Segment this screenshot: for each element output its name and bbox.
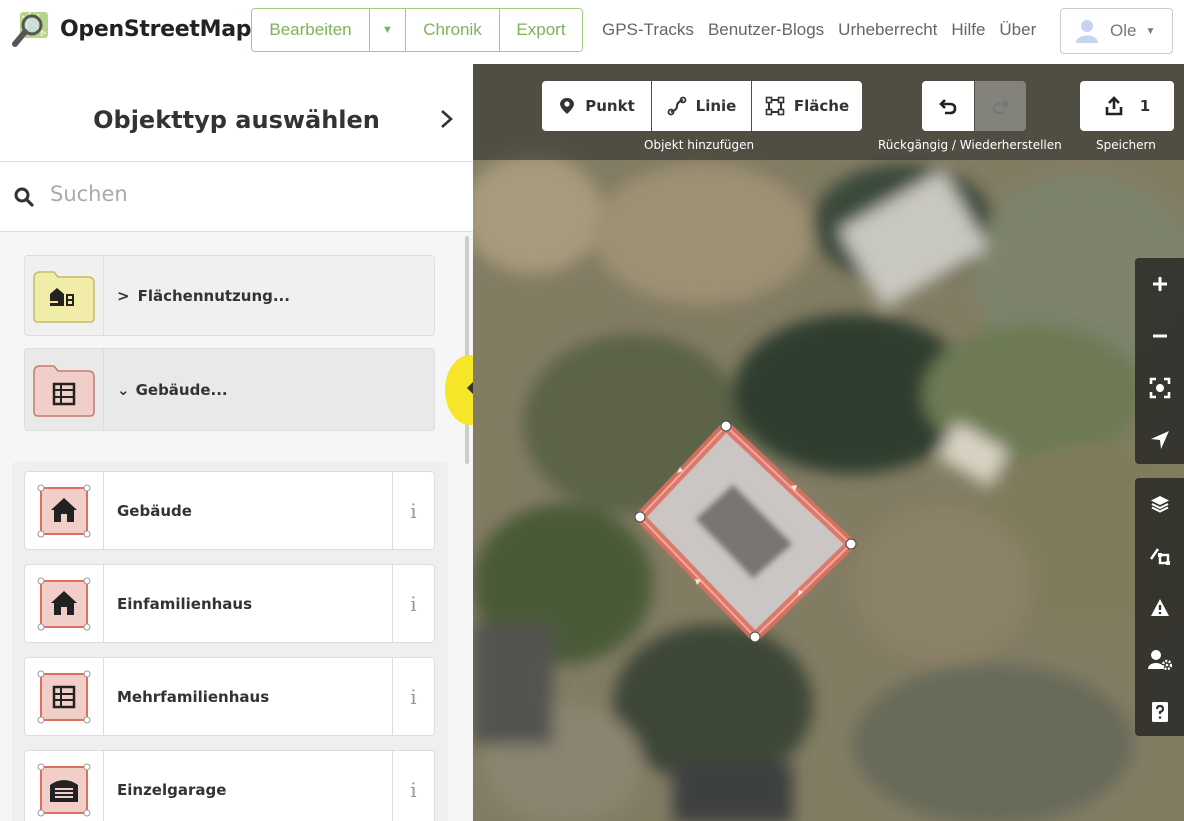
preset-label: Gebäude: [117, 501, 192, 520]
user-name: Ole: [1110, 21, 1137, 40]
caret-down-icon: ▼: [382, 24, 393, 36]
history-button[interactable]: Chronik: [406, 9, 500, 51]
zoom-to-selection-button[interactable]: [1135, 362, 1184, 414]
upload-icon: [1105, 96, 1123, 116]
zoom-in-button[interactable]: [1135, 258, 1184, 310]
search-icon: [14, 187, 34, 207]
chevron-right-icon[interactable]: [439, 108, 455, 137]
building-folder-icon: [25, 349, 104, 430]
nav-link-copyright[interactable]: Urheberrecht: [838, 20, 937, 40]
category-buildings[interactable]: ⌄ Gebäude...: [24, 348, 435, 431]
info-button[interactable]: i: [392, 751, 434, 821]
zoom-out-button[interactable]: [1135, 310, 1184, 362]
preset-search-bar: [0, 162, 473, 232]
chevron-down-icon: ⌄: [117, 380, 130, 399]
nav-link-about[interactable]: Über: [999, 20, 1036, 40]
redo-icon: [992, 99, 1010, 115]
save-count: 1: [1139, 97, 1151, 115]
zoom-in-icon: [1152, 277, 1167, 291]
preset-sidebar: Objekttyp auswählen >Flächennutzung...: [0, 64, 473, 821]
sidebar-title: Objekttyp auswählen: [93, 106, 380, 134]
zoom-out-icon: [1152, 334, 1167, 338]
geolocate-button[interactable]: [1135, 414, 1184, 466]
help-icon: [1151, 702, 1168, 722]
zoom-to-selection-icon: [1149, 377, 1170, 399]
preferences-button[interactable]: [1135, 634, 1184, 686]
save-caption: Speichern: [1096, 138, 1156, 152]
sidebar-scrollbar[interactable]: [465, 236, 469, 464]
edit-dropdown-button[interactable]: ▼: [370, 9, 406, 51]
map-pin-icon: [560, 98, 575, 114]
info-button[interactable]: i: [392, 472, 434, 549]
top-navigation-bar: OpenStreetMap Bearbeiten ▼ Chronik Expor…: [0, 0, 1184, 64]
map-canvas[interactable]: Punkt Linie Fläche Objekt hinzufügen Rüc…: [473, 64, 1184, 821]
category-label: ⌄ Gebäude...: [117, 380, 228, 399]
apartment-icon: [25, 658, 104, 735]
secondary-nav: GPS-Tracks Benutzer-Blogs Urheberrecht H…: [602, 20, 1036, 40]
house-icon: [25, 565, 104, 642]
landuse-folder-icon: [25, 256, 104, 335]
user-avatar-icon: [1076, 20, 1098, 43]
edit-button-group: Bearbeiten ▼ Chronik Export: [251, 8, 583, 52]
undo-button[interactable]: [922, 81, 974, 131]
map-panel-controls: [1135, 478, 1184, 736]
layers-icon: [1150, 496, 1169, 513]
category-landuse[interactable]: > Flächennutzung...: [24, 255, 435, 336]
category-label: > Flächennutzung...: [117, 286, 290, 305]
sidebar-header: Objekttyp auswählen: [0, 64, 473, 162]
undo-icon: [939, 99, 957, 115]
chevron-right-icon: >: [117, 286, 130, 305]
osm-logo-icon: [12, 11, 48, 47]
map-data-icon: [1149, 548, 1170, 565]
preset-item-building[interactable]: Gebäude i: [24, 471, 435, 550]
area-icon: [765, 96, 785, 116]
preset-label: Einzelgarage: [117, 780, 227, 799]
geolocate-icon: [1150, 431, 1169, 449]
export-button[interactable]: Export: [500, 9, 582, 51]
nav-link-user-diaries[interactable]: Benutzer-Blogs: [708, 20, 824, 40]
help-button[interactable]: [1135, 686, 1184, 738]
nav-link-help[interactable]: Hilfe: [951, 20, 985, 40]
add-line-button[interactable]: Linie: [652, 81, 751, 131]
user-menu-button[interactable]: Ole ▼: [1060, 8, 1173, 54]
caret-down-icon: ▼: [1145, 25, 1156, 37]
add-area-button[interactable]: Fläche: [752, 81, 862, 131]
issues-icon: [1150, 599, 1169, 616]
osm-logo[interactable]: OpenStreetMap: [12, 10, 252, 48]
add-object-caption: Objekt hinzufügen: [644, 138, 755, 152]
undo-redo-caption: Rückgängig / Wiederherstellen: [878, 138, 1062, 152]
info-button[interactable]: i: [392, 658, 434, 735]
line-icon: [667, 96, 687, 116]
preset-item-detached-house[interactable]: Einfamilienhaus i: [24, 564, 435, 643]
preset-search-input[interactable]: [50, 182, 430, 206]
house-icon: [25, 472, 104, 549]
edit-button[interactable]: Bearbeiten: [252, 9, 370, 51]
logo-text: OpenStreetMap: [60, 16, 252, 42]
nav-link-gps-tracks[interactable]: GPS-Tracks: [602, 20, 694, 40]
preferences-icon: [1147, 650, 1172, 671]
redo-button[interactable]: [975, 81, 1026, 131]
preset-label: Einfamilienhaus: [117, 594, 253, 613]
issues-button[interactable]: [1135, 582, 1184, 634]
map-zoom-controls: [1135, 258, 1184, 464]
background-layers-button[interactable]: [1135, 478, 1184, 530]
garage-icon: [25, 751, 104, 821]
map-data-button[interactable]: [1135, 530, 1184, 582]
preset-item-garage[interactable]: Einzelgarage i: [24, 750, 435, 821]
info-button[interactable]: i: [392, 565, 434, 642]
save-button[interactable]: 1: [1080, 81, 1174, 131]
add-point-button[interactable]: Punkt: [542, 81, 651, 131]
preset-item-apartments[interactable]: Mehrfamilienhaus i: [24, 657, 435, 736]
preset-label: Mehrfamilienhaus: [117, 687, 270, 706]
satellite-imagery: [473, 64, 1184, 821]
